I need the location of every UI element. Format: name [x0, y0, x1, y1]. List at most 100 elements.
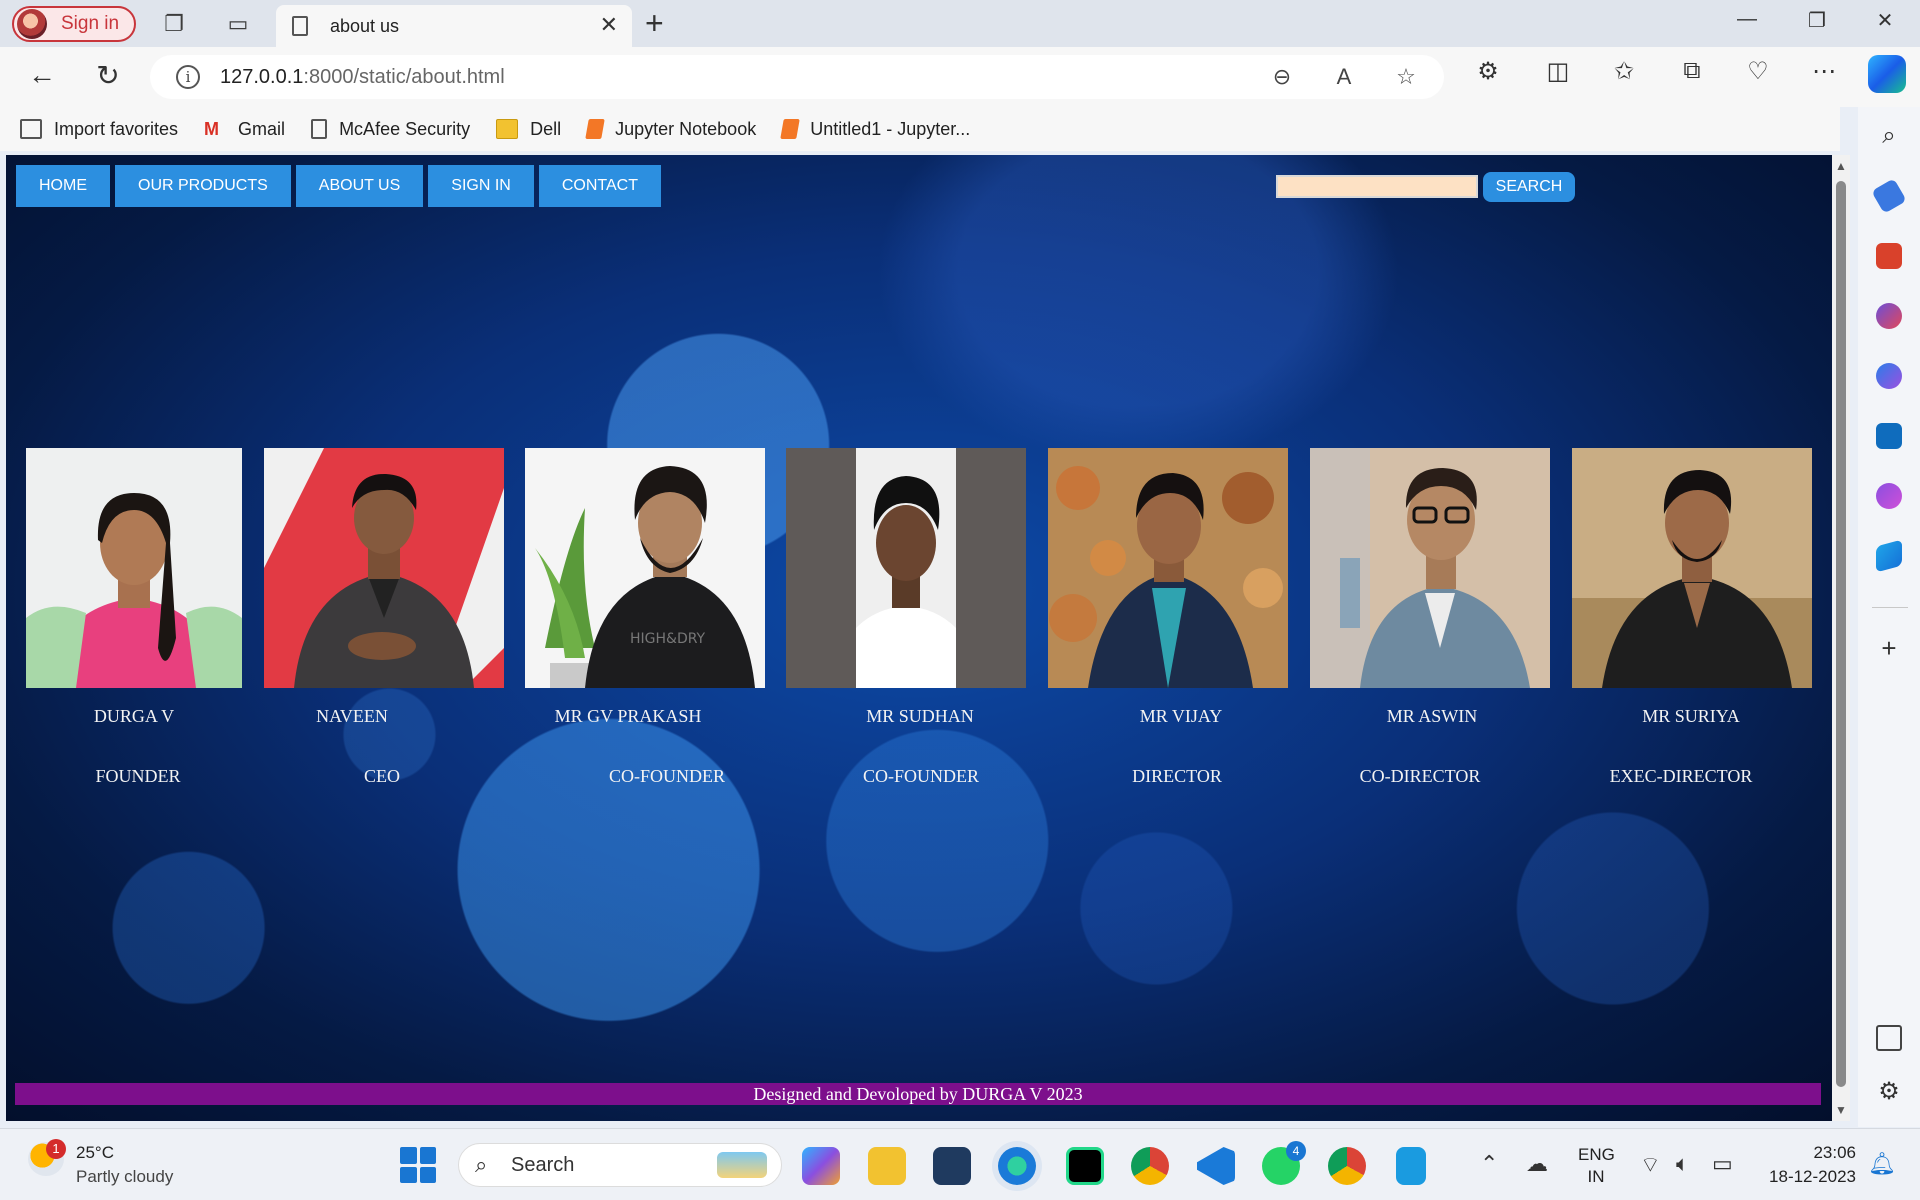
- favorite-star-icon[interactable]: ☆: [1392, 64, 1420, 90]
- nav-about-us[interactable]: ABOUT US: [295, 165, 424, 207]
- team-photo-2: [264, 448, 504, 688]
- scroll-down-icon[interactable]: ▼: [1835, 1103, 1847, 1117]
- tab-about-us[interactable]: about us ✕: [276, 5, 632, 47]
- send-icon[interactable]: [1876, 539, 1902, 573]
- more-menu-icon[interactable]: ⋯: [1808, 57, 1840, 86]
- start-tile: [400, 1166, 417, 1183]
- nav-contact[interactable]: CONTACT: [538, 165, 661, 207]
- favorite-gmail[interactable]: M Gmail: [204, 119, 285, 140]
- wifi-icon[interactable]: ⌔: [1640, 1151, 1661, 1179]
- start-button[interactable]: [400, 1147, 436, 1183]
- read-aloud-icon[interactable]: A: [1330, 64, 1358, 90]
- weather-description[interactable]: Partly cloudy: [76, 1167, 173, 1187]
- tab-actions-icon[interactable]: ▭: [224, 10, 252, 38]
- edge-sidebar: ⌕ + ⚙: [1858, 107, 1920, 1127]
- team-name-4: MR SUDHAN: [866, 706, 974, 726]
- split-screen-icon[interactable]: ◫: [1542, 57, 1574, 86]
- favorite-label: McAfee Security: [339, 118, 471, 139]
- team-name-3: MR GV PRAKASH: [554, 706, 702, 726]
- edge-browser-icon[interactable]: [998, 1147, 1036, 1185]
- favorite-label: Dell: [530, 118, 562, 139]
- designer-icon[interactable]: [1876, 483, 1902, 509]
- chrome-icon[interactable]: [1328, 1147, 1366, 1185]
- scroll-thumb[interactable]: [1836, 181, 1846, 1087]
- microsoft-store-icon[interactable]: [933, 1147, 971, 1185]
- nav-home[interactable]: HOME: [16, 165, 110, 207]
- chrome-icon[interactable]: [1131, 1147, 1169, 1185]
- svg-text:HIGH&DRY: HIGH&DRY: [630, 631, 706, 647]
- navigation-bar: ← ↻ i 127.0.0.1:8000/static/about.html ⊖…: [0, 47, 1920, 107]
- outlook-icon[interactable]: [1876, 423, 1902, 449]
- search-icon[interactable]: ⌕: [1876, 123, 1902, 149]
- start-tile: [419, 1166, 436, 1183]
- favorite-label: Gmail: [238, 118, 286, 139]
- favorite-import[interactable]: Import favorites: [20, 119, 178, 140]
- file-explorer-icon[interactable]: [868, 1147, 906, 1185]
- sidebar-toggle-icon[interactable]: [1876, 1025, 1902, 1051]
- weather-temperature[interactable]: 25°C: [76, 1143, 114, 1163]
- microsoft365-icon[interactable]: [1876, 363, 1902, 389]
- copilot-icon[interactable]: [1868, 55, 1906, 93]
- favorite-dell[interactable]: Dell: [496, 119, 561, 140]
- notepad-icon[interactable]: [1396, 1147, 1426, 1185]
- settings-gear-icon[interactable]: ⚙: [1876, 1079, 1902, 1105]
- favorite-label: Untitled1 - Jupyter...: [810, 118, 971, 139]
- language-indicator[interactable]: ENG: [1578, 1145, 1615, 1165]
- nav-sign-in[interactable]: SIGN IN: [428, 165, 534, 207]
- team-photo-1: [26, 448, 242, 688]
- start-tile: [400, 1147, 417, 1164]
- pycharm-icon[interactable]: [1066, 1147, 1104, 1185]
- browser-essentials-icon[interactable]: ♡: [1742, 57, 1774, 86]
- search-button[interactable]: SEARCH: [1483, 172, 1575, 202]
- import-icon: [20, 119, 42, 139]
- clock-date[interactable]: 18-12-2023: [1756, 1167, 1856, 1187]
- copilot-preview-app-icon[interactable]: [802, 1147, 840, 1185]
- tools-icon[interactable]: [1876, 243, 1902, 269]
- site-menu: HOME OUR PRODUCTS ABOUT US SIGN IN CONTA…: [16, 165, 666, 207]
- add-icon[interactable]: +: [1876, 635, 1902, 661]
- clock-time[interactable]: 23:06: [1756, 1143, 1856, 1163]
- address-bar[interactable]: i 127.0.0.1:8000/static/about.html ⊖ A ☆: [150, 55, 1444, 99]
- reload-button[interactable]: ↻: [90, 59, 126, 92]
- team-photo-5: [1048, 448, 1288, 688]
- shopping-tag-icon[interactable]: [1871, 178, 1907, 214]
- favorites-icon[interactable]: ✩: [1608, 57, 1640, 86]
- favorite-untitled-jupyter[interactable]: Untitled1 - Jupyter...: [780, 118, 971, 140]
- favorite-mcafee[interactable]: McAfee Security: [311, 119, 470, 140]
- minimize-icon[interactable]: —: [1732, 8, 1762, 31]
- team-role-4: CO-FOUNDER: [862, 766, 979, 786]
- extensions-icon[interactable]: ⚙: [1472, 57, 1504, 86]
- restore-icon[interactable]: ❐: [1802, 8, 1832, 33]
- close-window-icon[interactable]: ✕: [1870, 8, 1900, 33]
- battery-icon[interactable]: ▭: [1712, 1151, 1733, 1177]
- taskbar-search[interactable]: ⌕ Search: [458, 1143, 782, 1187]
- collections-icon[interactable]: ⧉: [1676, 57, 1708, 85]
- workspaces-icon[interactable]: ❐: [160, 10, 188, 38]
- chevron-up-icon[interactable]: ⌃: [1480, 1151, 1498, 1177]
- team-name-2: NAVEEN: [316, 706, 388, 726]
- nav-our-products[interactable]: OUR PRODUCTS: [115, 165, 291, 207]
- profile-button[interactable]: Sign in: [12, 6, 136, 42]
- jupyter-icon: [780, 119, 800, 139]
- jupyter-icon: [585, 119, 605, 139]
- volume-icon[interactable]: 🔈︎: [1676, 1151, 1689, 1177]
- search-input[interactable]: [1276, 175, 1478, 198]
- onedrive-icon[interactable]: ☁: [1526, 1151, 1548, 1177]
- favorite-jupyter[interactable]: Jupyter Notebook: [585, 119, 756, 140]
- notification-bell-icon[interactable]: 🔔︎: [1868, 1151, 1896, 1177]
- region-indicator[interactable]: IN: [1578, 1167, 1614, 1187]
- team-photo-3: HIGH&DRY: [525, 448, 765, 688]
- team-name-6: MR ASWIN: [1386, 706, 1478, 726]
- info-icon[interactable]: i: [176, 65, 200, 89]
- vertical-scrollbar[interactable]: ▲ ▼: [1832, 155, 1850, 1121]
- scroll-up-icon[interactable]: ▲: [1835, 159, 1847, 173]
- back-button[interactable]: ←: [24, 59, 60, 91]
- zoom-out-icon[interactable]: ⊖: [1268, 64, 1296, 90]
- url-text[interactable]: 127.0.0.1:8000/static/about.html: [220, 66, 505, 89]
- games-icon[interactable]: [1876, 303, 1902, 329]
- close-icon[interactable]: ✕: [600, 12, 618, 38]
- new-tab-button[interactable]: +: [645, 6, 664, 40]
- start-tile: [419, 1147, 436, 1164]
- weather-notification-badge: 1: [46, 1139, 66, 1159]
- vscode-icon[interactable]: [1197, 1147, 1235, 1185]
